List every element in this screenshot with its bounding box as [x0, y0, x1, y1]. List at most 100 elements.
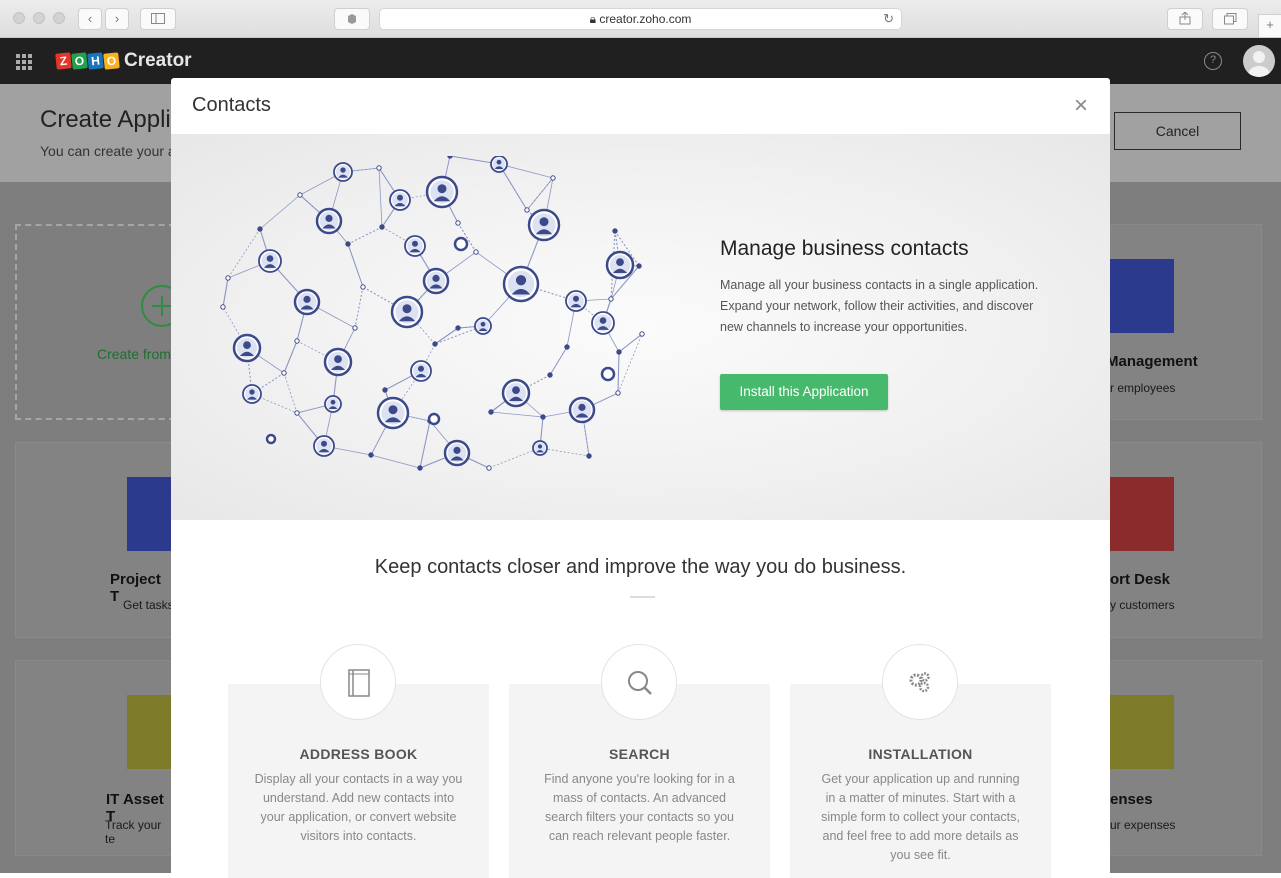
help-icon[interactable]: ?	[1204, 52, 1222, 70]
network-node	[473, 249, 479, 255]
feature-text: Display all your contacts in a way you u…	[254, 772, 463, 843]
sidebar-toggle-button[interactable]	[140, 8, 176, 30]
network-node	[524, 207, 530, 213]
network-node	[220, 304, 226, 310]
person-avatar-icon	[532, 440, 548, 456]
network-node	[352, 325, 358, 331]
network-node	[608, 296, 614, 302]
support-desk-tile[interactable]: ort Desk y customers	[1100, 442, 1262, 638]
forward-button[interactable]: ›	[105, 8, 129, 30]
search-icon	[601, 644, 677, 720]
employee-management-tile[interactable]: Management r employees	[1100, 224, 1262, 420]
evernote-extension-button[interactable]	[334, 8, 370, 30]
network-node	[281, 370, 287, 376]
wallet-icon	[1100, 695, 1174, 769]
person-avatar-icon	[425, 175, 459, 209]
feature-text: Get your application up and running in a…	[821, 772, 1020, 862]
network-node	[455, 325, 461, 331]
person-avatar-icon	[501, 378, 531, 408]
network-node	[225, 275, 231, 281]
person-avatar-icon	[293, 288, 321, 316]
network-node	[550, 175, 556, 181]
person-avatar-icon	[422, 267, 450, 295]
network-ring	[453, 236, 469, 252]
contacts-modal: Contacts × Manage business contacts Mana…	[171, 78, 1110, 878]
network-node	[615, 390, 621, 396]
person-avatar-icon	[404, 235, 426, 257]
share-button[interactable]	[1167, 8, 1203, 30]
person-avatar-icon	[410, 360, 432, 382]
feature-text: Find anyone you're looking for in a mass…	[544, 772, 735, 843]
network-node	[294, 338, 300, 344]
create-from-scratch-tile[interactable]: Create from	[15, 224, 183, 420]
person-avatar-icon	[568, 396, 596, 424]
modal-title: Contacts	[192, 94, 271, 116]
network-node	[636, 263, 642, 269]
feature-title: SEARCH	[609, 746, 670, 762]
tabs-icon	[1223, 13, 1236, 25]
person-avatar-icon	[258, 249, 282, 273]
divider	[630, 596, 655, 598]
network-link	[347, 243, 364, 288]
network-link	[378, 167, 383, 228]
network-node	[360, 284, 366, 290]
person-avatar-icon	[443, 439, 471, 467]
network-node	[586, 453, 592, 459]
back-button[interactable]: ‹	[78, 8, 102, 30]
browser-toolbar: ‹ › 🔒︎ creator.zoho.com ↻ +	[0, 0, 1281, 38]
reload-icon[interactable]: ↻	[883, 9, 894, 29]
contact-network-illustration	[220, 156, 645, 471]
feature-installation: INSTALLATION Get your application up and…	[790, 644, 1051, 878]
sidebar-icon	[151, 13, 165, 24]
person-avatar-icon	[389, 189, 411, 211]
network-node	[612, 228, 618, 234]
person-avatar-icon	[315, 207, 343, 235]
close-icon[interactable]: ×	[1074, 94, 1088, 118]
it-asset-tracker-tile[interactable]: IT Asset T Track your te	[15, 660, 201, 856]
app-grid-icon[interactable]	[16, 54, 32, 70]
share-icon	[1179, 11, 1191, 25]
hero-title: Manage business contacts	[720, 237, 969, 260]
network-node	[455, 220, 461, 226]
network-link	[618, 333, 643, 353]
network-ring	[600, 366, 616, 382]
user-avatar[interactable]	[1243, 45, 1275, 77]
person-avatar-icon	[605, 250, 635, 280]
network-link	[227, 228, 261, 279]
person-avatar-icon	[591, 311, 615, 335]
person-avatar-icon	[242, 384, 262, 404]
network-node	[379, 224, 385, 230]
network-node	[382, 387, 388, 393]
network-link	[549, 346, 568, 376]
cancel-button[interactable]: Cancel	[1114, 112, 1241, 150]
address-bar[interactable]: 🔒︎ creator.zoho.com ↻	[379, 8, 902, 30]
zoom-window-button[interactable]	[53, 12, 65, 24]
tagline: Keep contacts closer and improve the way…	[374, 556, 907, 578]
network-node	[540, 414, 546, 420]
minimize-window-button[interactable]	[33, 12, 45, 24]
person-avatar-icon	[390, 295, 424, 329]
project-tracker-tile[interactable]: Project T Get tasks	[15, 442, 201, 638]
zoho-creator-logo[interactable]: Z O H O Creator	[55, 50, 192, 72]
network-link	[283, 340, 298, 374]
network-link	[347, 226, 383, 245]
network-node	[564, 344, 570, 350]
tabs-overview-button[interactable]	[1212, 8, 1248, 30]
network-node	[486, 465, 492, 471]
gears-icon	[882, 644, 958, 720]
person-avatar-icon	[313, 435, 335, 457]
hero-description: Manage all your business contacts in a s…	[720, 278, 1039, 334]
network-node	[639, 331, 645, 337]
hero-banner: Manage business contacts Manage all your…	[171, 134, 1110, 520]
support-24-icon	[1100, 477, 1174, 551]
expenses-tile[interactable]: enses ur expenses	[1100, 660, 1262, 856]
new-tab-button[interactable]: +	[1258, 14, 1281, 38]
close-window-button[interactable]	[13, 12, 25, 24]
network-link	[488, 447, 541, 469]
address-book-icon	[320, 644, 396, 720]
network-link	[490, 411, 544, 418]
feature-title: INSTALLATION	[868, 746, 973, 762]
feature-search: SEARCH Find anyone you're looking for in…	[509, 644, 770, 878]
network-link	[370, 454, 421, 469]
install-application-button[interactable]: Install this Application	[720, 374, 888, 410]
